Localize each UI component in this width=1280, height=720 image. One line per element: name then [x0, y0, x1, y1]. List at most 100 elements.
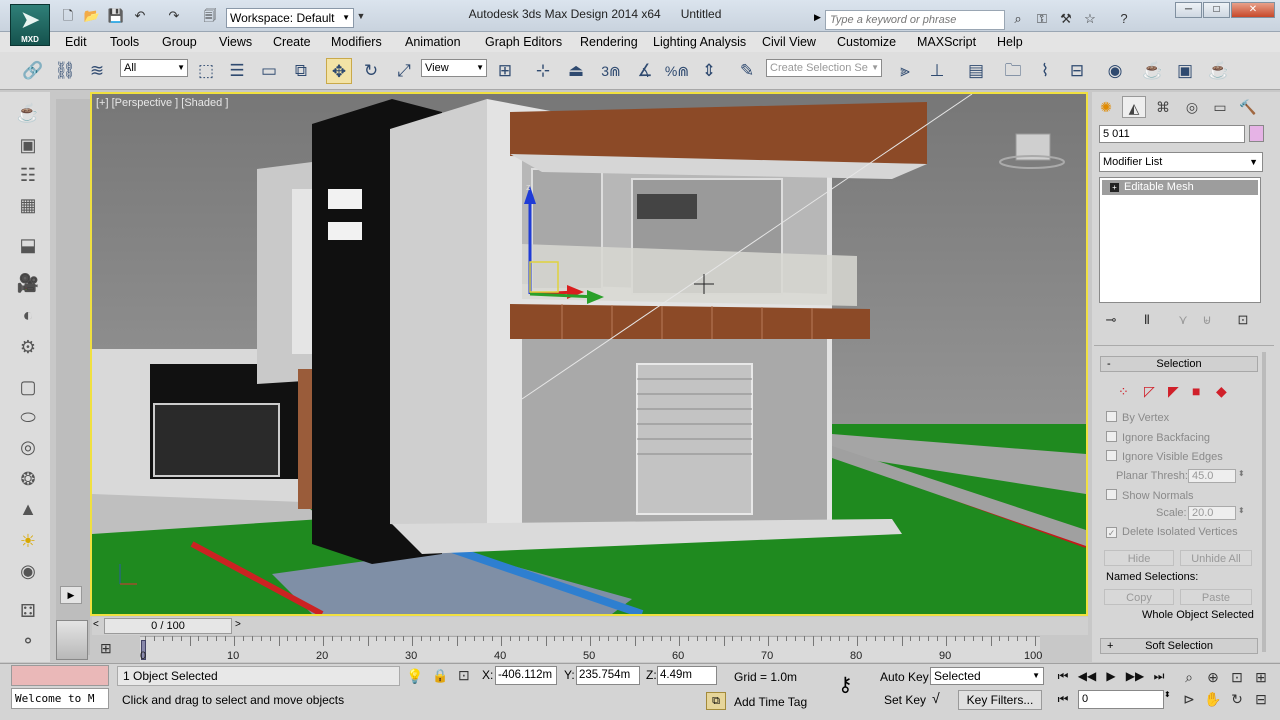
teapot-icon[interactable]: ☕: [14, 100, 42, 126]
angle-snap-icon[interactable]: ∡: [632, 58, 658, 84]
display-tab-icon[interactable]: ▭: [1208, 96, 1232, 118]
delete-isolated-vertices-checkbox[interactable]: ✓ Delete Isolated Vertices: [1106, 525, 1238, 539]
menu-maxscript[interactable]: MAXScript: [917, 35, 976, 49]
spinner-arrows-icon[interactable]: ⬍: [1238, 506, 1245, 515]
bind-to-space-warp-icon[interactable]: ≋: [84, 58, 110, 84]
utilities-tab-icon[interactable]: 🔨: [1236, 96, 1260, 118]
zoom-extents-all-icon[interactable]: ⊞: [1250, 668, 1272, 686]
menu-animation[interactable]: Animation: [405, 35, 461, 49]
snaps-toggle-icon[interactable]: 3⋒: [598, 58, 624, 84]
field-of-view-icon[interactable]: ⊳: [1178, 690, 1200, 708]
select-and-rotate-icon[interactable]: ↻: [358, 58, 384, 84]
workspace-dropdown[interactable]: Workspace: Default ▼: [226, 8, 354, 28]
x-coordinate-field[interactable]: -406.112m: [495, 666, 557, 685]
rendered-frame-window-icon[interactable]: ▣: [1172, 58, 1198, 84]
go-to-end-icon[interactable]: ⏭: [1148, 667, 1170, 685]
render-production-icon[interactable]: ☕: [1206, 58, 1232, 84]
soft-selection-rollout-header[interactable]: + Soft Selection: [1100, 638, 1258, 654]
menu-graph-editors[interactable]: Graph Editors: [485, 35, 562, 49]
maxscript-listener-output[interactable]: [11, 665, 109, 686]
layer-manager-icon[interactable]: ▤: [963, 58, 989, 84]
reel-icon[interactable]: ⚙: [14, 334, 42, 360]
by-vertex-checkbox[interactable]: By Vertex: [1106, 411, 1169, 425]
reference-coordinate-dropdown[interactable]: View ▼: [421, 59, 487, 77]
object-name-field[interactable]: 5 011: [1099, 125, 1245, 143]
remove-modifier-icon[interactable]: ⊌: [1196, 312, 1218, 328]
menu-views[interactable]: Views: [219, 35, 252, 49]
array-icon[interactable]: ⚃: [14, 598, 42, 624]
spinner-arrows-icon[interactable]: ⬍: [1238, 469, 1245, 478]
particle-icon[interactable]: ⚬: [14, 628, 42, 654]
element-subobject-icon[interactable]: ◆: [1216, 383, 1227, 400]
menu-civil-view[interactable]: Civil View: [762, 35, 816, 49]
isolate-selection-icon[interactable]: 💡: [406, 668, 423, 685]
scene-explorer-icon[interactable]: 🗀: [1000, 58, 1026, 84]
maximize-viewport-icon[interactable]: ⊟: [1250, 690, 1272, 708]
open-mini-curve-editor-icon[interactable]: ⊞: [100, 640, 112, 657]
select-and-move-icon[interactable]: ✥: [326, 58, 352, 84]
configure-modifier-sets-icon[interactable]: ⊡: [1232, 312, 1254, 328]
menu-group[interactable]: Group: [162, 35, 197, 49]
align-icon[interactable]: ⊥: [924, 58, 950, 84]
shape-icon[interactable]: ⬭: [14, 404, 42, 430]
pivot-center-icon[interactable]: ⊞: [492, 58, 518, 84]
project-folder-icon[interactable]: 🗐: [200, 7, 220, 25]
sun-icon[interactable]: ☀: [14, 528, 42, 554]
orbit-icon[interactable]: ↻: [1226, 690, 1248, 708]
menu-tools[interactable]: Tools: [110, 35, 139, 49]
unhide-all-button[interactable]: Unhide All: [1180, 550, 1252, 566]
hierarchy-tab-icon[interactable]: ⌘: [1151, 96, 1175, 118]
time-slider-next-icon[interactable]: >: [235, 619, 241, 630]
ignore-backfacing-checkbox[interactable]: Ignore Backfacing: [1106, 431, 1210, 445]
spinner-arrows-icon[interactable]: ⬍: [1164, 690, 1171, 699]
next-frame-icon[interactable]: ▶▶: [1124, 667, 1146, 685]
modify-tab-icon[interactable]: ◭: [1122, 96, 1146, 118]
select-and-link-icon[interactable]: 🔗: [20, 58, 46, 84]
expand-icon[interactable]: +: [1110, 183, 1119, 192]
rectangular-selection-icon[interactable]: ▭: [256, 58, 282, 84]
zoom-all-icon[interactable]: ⊕: [1202, 668, 1224, 686]
sphere-icon[interactable]: ◉: [14, 558, 42, 584]
y-coordinate-field[interactable]: 235.754m: [576, 666, 640, 685]
object-color-swatch[interactable]: [1249, 125, 1264, 142]
select-manipulate-icon[interactable]: ⊹: [530, 58, 556, 84]
select-object-icon[interactable]: ⬚: [193, 58, 219, 84]
menu-modifiers[interactable]: Modifiers: [331, 35, 382, 49]
ignore-visible-edges-checkbox[interactable]: Ignore Visible Edges: [1106, 450, 1223, 464]
show-normals-checkbox[interactable]: Show Normals: [1106, 489, 1194, 503]
favorites-star-icon[interactable]: ☆: [1080, 10, 1100, 28]
motion-tab-icon[interactable]: ◎: [1180, 96, 1204, 118]
subscription-icon[interactable]: ⚿: [1032, 10, 1052, 28]
face-subobject-icon[interactable]: ◤: [1168, 383, 1179, 400]
mirror-icon[interactable]: ⫸: [892, 58, 918, 84]
keyboard-shortcut-override-icon[interactable]: ⏏: [563, 58, 589, 84]
vertex-subobject-icon[interactable]: ⁘: [1118, 384, 1129, 400]
show-end-result-icon[interactable]: Ⅱ: [1136, 312, 1158, 328]
key-filters-button[interactable]: Key Filters...: [958, 690, 1042, 710]
hedra-icon[interactable]: ❂: [14, 466, 42, 492]
selection-filter-dropdown[interactable]: All ▼: [120, 59, 188, 77]
edge-subobject-icon[interactable]: ◸: [1144, 383, 1155, 400]
modifier-list-dropdown[interactable]: Modifier List ▼: [1099, 152, 1263, 172]
copy-button[interactable]: Copy: [1104, 589, 1174, 605]
previous-frame-icon[interactable]: ◀◀: [1076, 667, 1098, 685]
undo-icon[interactable]: ↶: [130, 7, 150, 25]
key-mode-toggle-icon[interactable]: ⏮: [1052, 690, 1074, 708]
play-icon[interactable]: ▶: [1100, 667, 1122, 685]
customize-quick-access-icon[interactable]: ▼: [354, 7, 368, 25]
layers-icon[interactable]: ☷: [14, 162, 42, 188]
time-slider-prev-icon[interactable]: <: [93, 619, 99, 630]
cone-icon[interactable]: ▲: [14, 496, 42, 522]
menu-edit[interactable]: Edit: [65, 35, 87, 49]
perspective-viewport[interactable]: [+] [Perspective ] [Shaded ] z: [90, 92, 1088, 616]
scale-spinner[interactable]: 20.0: [1188, 506, 1236, 520]
menu-help[interactable]: Help: [997, 35, 1023, 49]
absolute-mode-icon[interactable]: ⊡: [458, 667, 470, 684]
current-frame-field[interactable]: 0: [1078, 690, 1164, 709]
expand-search-icon[interactable]: ▶: [814, 12, 821, 23]
menu-lighting-analysis[interactable]: Lighting Analysis: [653, 35, 746, 49]
go-to-start-icon[interactable]: ⏮: [1052, 667, 1074, 685]
maximize-button[interactable]: □: [1203, 2, 1230, 18]
new-file-icon[interactable]: 🗋: [58, 7, 78, 25]
select-and-scale-icon[interactable]: ⤢: [391, 58, 417, 84]
